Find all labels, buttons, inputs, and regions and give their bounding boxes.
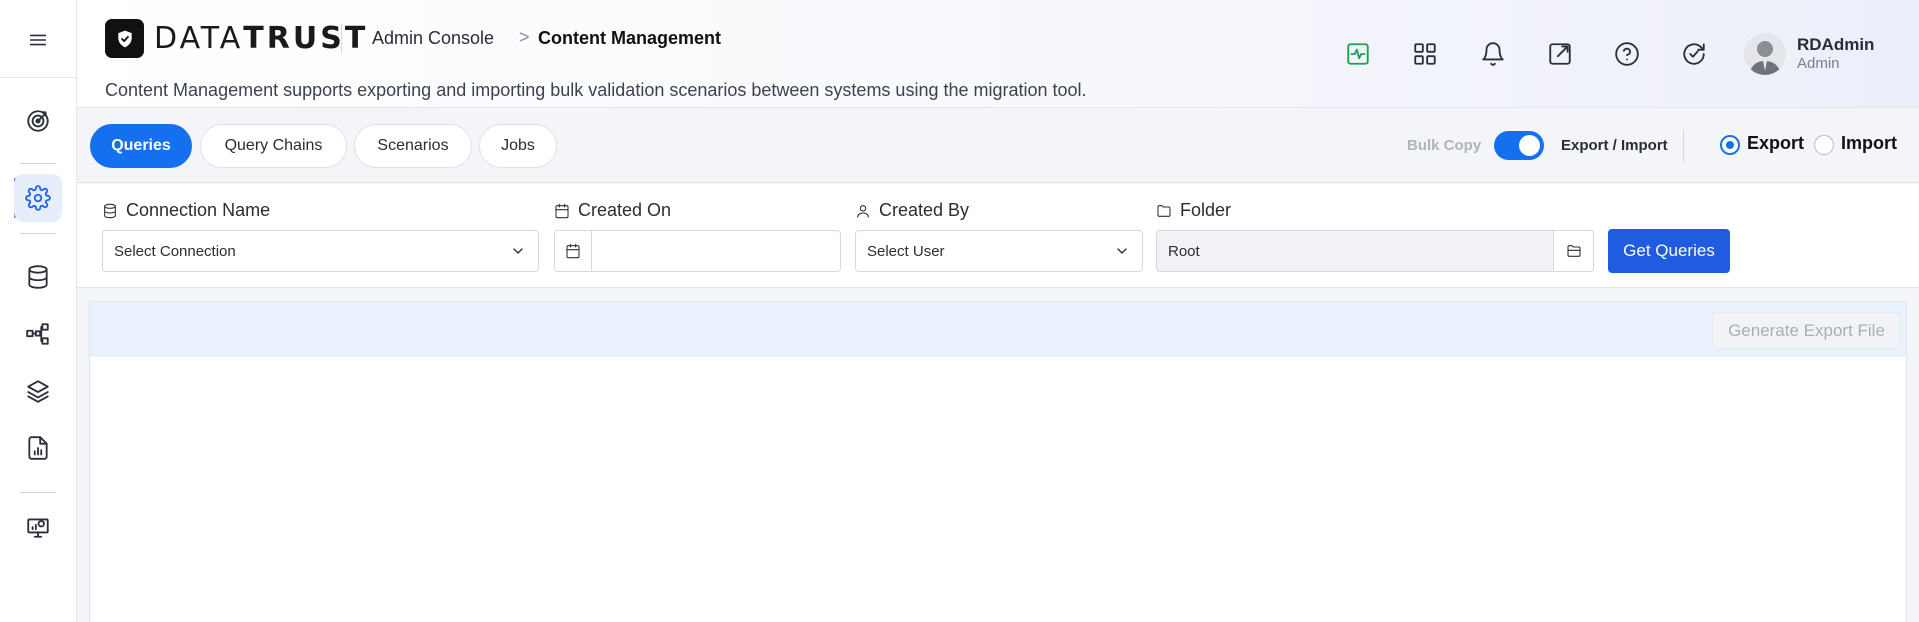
bell-icon[interactable] — [1477, 38, 1509, 70]
sidebar-divider — [20, 233, 56, 234]
avatar[interactable] — [1744, 33, 1786, 75]
refresh-check-icon[interactable] — [1678, 38, 1710, 70]
external-link-icon[interactable] — [1544, 38, 1576, 70]
activity-icon[interactable] — [1342, 38, 1374, 70]
folder-value: Root — [1168, 243, 1200, 260]
folder-label-text: Folder — [1180, 200, 1232, 220]
page-description: Content Management supports exporting an… — [105, 80, 1087, 100]
sidebar-divider — [20, 492, 56, 493]
folder-label: Folder — [1156, 200, 1231, 221]
results-panel: Generate Export File — [89, 301, 1907, 622]
export-radio-label[interactable]: Export — [1747, 133, 1804, 154]
calendar-icon — [566, 243, 580, 259]
results-panel-header: Generate Export File — [90, 302, 1906, 357]
created-by-select[interactable]: Select User — [855, 230, 1143, 272]
brand-logo[interactable]: DATATRUST — [154, 21, 368, 57]
connection-name-label-text: Connection Name — [126, 200, 271, 220]
breadcrumb-current: Content Management — [538, 28, 722, 48]
top-header: DATATRUST Admin Console > Content Manage… — [77, 0, 1919, 108]
user-role: Admin — [1797, 55, 1840, 72]
filter-bar: Connection Name Select Connection Create… — [77, 184, 1919, 288]
monitor-icon[interactable] — [14, 503, 62, 551]
tab-query-chains[interactable]: Query Chains — [200, 124, 347, 168]
bulk-copy-label: Bulk Copy — [1407, 137, 1482, 154]
export-import-toggle[interactable] — [1494, 131, 1544, 160]
tabs-toolbar: Queries Query Chains Scenarios Jobs Bulk… — [77, 109, 1919, 183]
user-icon — [857, 204, 869, 218]
created-on-label: Created On — [554, 200, 671, 221]
tab-jobs[interactable]: Jobs — [479, 124, 557, 168]
sidebar-divider — [0, 77, 77, 78]
folder-open-icon — [1566, 245, 1581, 257]
connection-select[interactable]: Select Connection — [102, 230, 539, 272]
database-icon[interactable] — [14, 253, 62, 301]
chevron-down-icon — [1114, 243, 1130, 259]
chevron-down-icon — [510, 243, 526, 259]
toolbar-divider — [1683, 129, 1684, 163]
folder-browse-button[interactable] — [1553, 230, 1594, 272]
shield-logo-icon — [105, 19, 144, 58]
brand-bold: TRUST — [243, 21, 369, 56]
get-queries-button[interactable]: Get Queries — [1608, 229, 1730, 273]
breadcrumb-parent[interactable]: Admin Console — [372, 28, 494, 49]
export-radio[interactable] — [1720, 135, 1740, 155]
sidebar-divider — [20, 163, 56, 164]
calendar-icon — [555, 203, 569, 218]
help-icon[interactable] — [1611, 38, 1643, 70]
breadcrumb-separator: > — [519, 27, 530, 47]
sidebar — [0, 0, 77, 622]
connection-select-value: Select Connection — [114, 243, 236, 260]
apps-grid-icon[interactable] — [1409, 38, 1441, 70]
report-icon[interactable] — [14, 424, 62, 472]
menu-icon[interactable] — [14, 16, 62, 64]
tab-scenarios[interactable]: Scenarios — [354, 124, 472, 168]
folder-icon — [1157, 204, 1171, 217]
created-on-input[interactable] — [591, 230, 841, 272]
created-by-label: Created By — [855, 200, 969, 221]
brand-light: DATA — [154, 21, 244, 56]
toggle-knob — [1519, 135, 1540, 156]
header-divider — [341, 24, 342, 54]
connection-name-label: Connection Name — [102, 200, 270, 221]
folder-input[interactable]: Root — [1156, 230, 1554, 272]
import-radio-label[interactable]: Import — [1841, 133, 1897, 154]
target-icon[interactable] — [14, 97, 62, 145]
created-by-label-text: Created By — [879, 200, 970, 220]
created-by-select-value: Select User — [867, 243, 945, 260]
database-icon — [104, 203, 116, 218]
import-radio[interactable] — [1814, 135, 1834, 155]
layers-icon[interactable] — [14, 367, 62, 415]
tab-queries[interactable]: Queries — [90, 124, 192, 168]
generate-export-file-button[interactable]: Generate Export File — [1712, 312, 1901, 349]
gear-icon[interactable] — [14, 174, 62, 222]
workflow-icon[interactable] — [14, 310, 62, 358]
calendar-button[interactable] — [554, 230, 592, 272]
created-on-label-text: Created On — [578, 200, 672, 220]
export-import-label: Export / Import — [1561, 137, 1668, 154]
user-name[interactable]: RDAdmin — [1797, 35, 1874, 55]
